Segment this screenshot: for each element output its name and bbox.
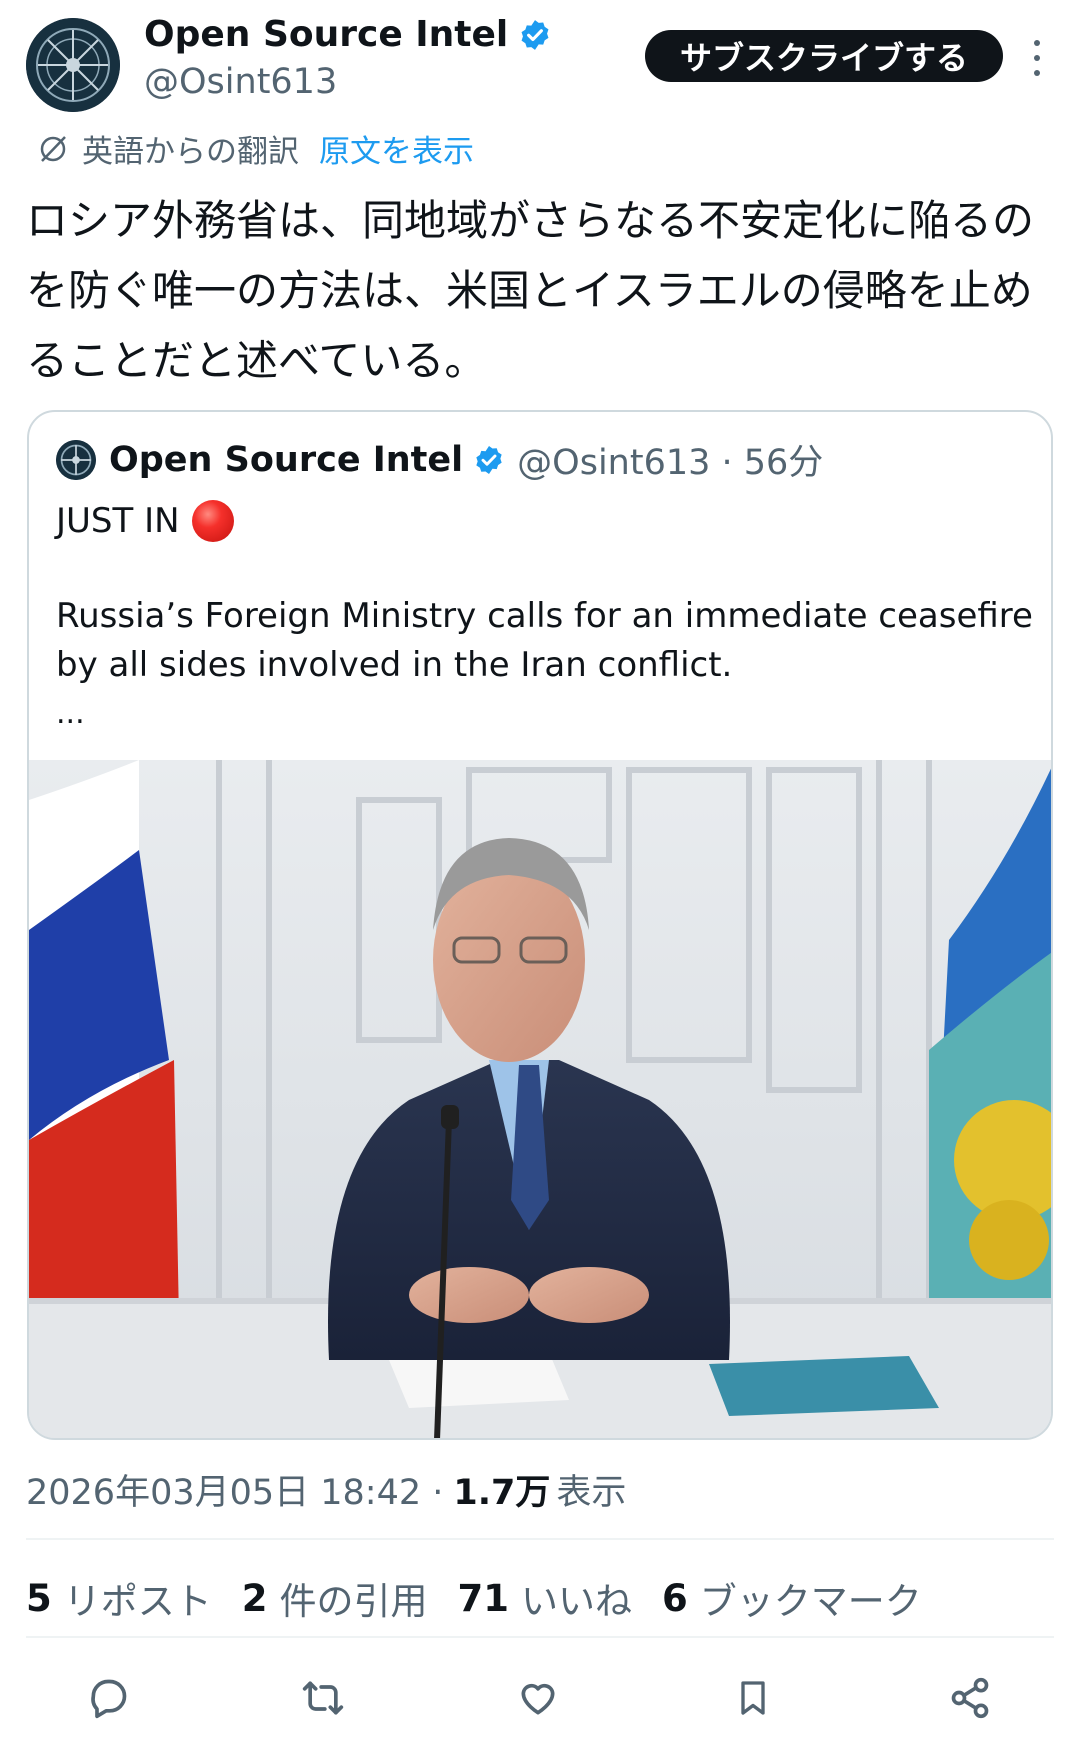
- show-original-link[interactable]: 原文を表示: [319, 126, 474, 171]
- quoted-post[interactable]: Open Source Intel @Osint613 · 56分 JUST I…: [27, 410, 1053, 1440]
- verified-badge-icon: [521, 19, 549, 50]
- quoted-line1: JUST IN: [56, 500, 234, 542]
- stat-bookmarks[interactable]: 6 ブックマーク: [662, 1571, 922, 1625]
- post-stats: 5 リポスト 2 件の引用 71 いいね 6 ブックマーク: [26, 1571, 952, 1625]
- like-icon[interactable]: [508, 1668, 568, 1728]
- bookmark-icon[interactable]: [723, 1668, 783, 1728]
- quoted-author-name: Open Source Intel: [109, 439, 464, 480]
- quoted-body: Russia’s Foreign Ministry calls for an i…: [56, 596, 1033, 685]
- quoted-header: Open Source Intel @Osint613 · 56分: [109, 434, 823, 485]
- translation-row: 英語からの翻訳 原文を表示: [38, 126, 474, 171]
- divider: [26, 1538, 1054, 1540]
- compass-emblem-icon: [56, 440, 96, 480]
- translation-label: 英語からの翻訳: [82, 134, 299, 170]
- stat-reposts[interactable]: 5 リポスト: [26, 1571, 212, 1625]
- post-text: ロシア外務省は、同地域がさらなる不安定化に陥るのを防ぐ唯一の方法は、米国とイスラ…: [26, 196, 1035, 385]
- repost-icon[interactable]: [293, 1668, 353, 1728]
- views-count: 1.7万: [453, 1473, 551, 1513]
- reply-icon[interactable]: [78, 1668, 138, 1728]
- author-name-text: Open Source Intel: [144, 14, 509, 55]
- post-datetime: 2026年03月05日 18:42 ·: [26, 1473, 444, 1513]
- action-bar: [0, 1668, 1080, 1728]
- stat-likes[interactable]: 71 いいね: [458, 1571, 633, 1625]
- red-circle-icon: [191, 500, 234, 542]
- quoted-handle-time: @Osint613 · 56分: [517, 443, 824, 483]
- stat-quotes[interactable]: 2 件の引用: [242, 1571, 428, 1625]
- quoted-ellipsis: ...: [56, 696, 85, 731]
- share-icon[interactable]: [940, 1668, 1000, 1728]
- author-name[interactable]: Open Source Intel: [144, 14, 552, 55]
- verified-badge-icon: [476, 445, 502, 474]
- author-avatar[interactable]: [26, 18, 120, 112]
- compass-emblem-icon: [26, 18, 120, 112]
- quoted-line1-text: JUST IN: [56, 501, 180, 541]
- more-vertical-icon[interactable]: [1030, 40, 1044, 76]
- views-label: 表示: [556, 1473, 627, 1513]
- subscribe-button[interactable]: サブスクライブする: [645, 30, 1003, 82]
- post-meta: 2026年03月05日 18:42 · 1.7万 表示: [26, 1464, 626, 1515]
- author-handle[interactable]: @Osint613: [144, 62, 337, 102]
- translate-icon: [40, 135, 66, 162]
- quoted-author-avatar: [56, 440, 96, 480]
- divider: [26, 1636, 1054, 1638]
- quoted-photo[interactable]: [29, 760, 1053, 1440]
